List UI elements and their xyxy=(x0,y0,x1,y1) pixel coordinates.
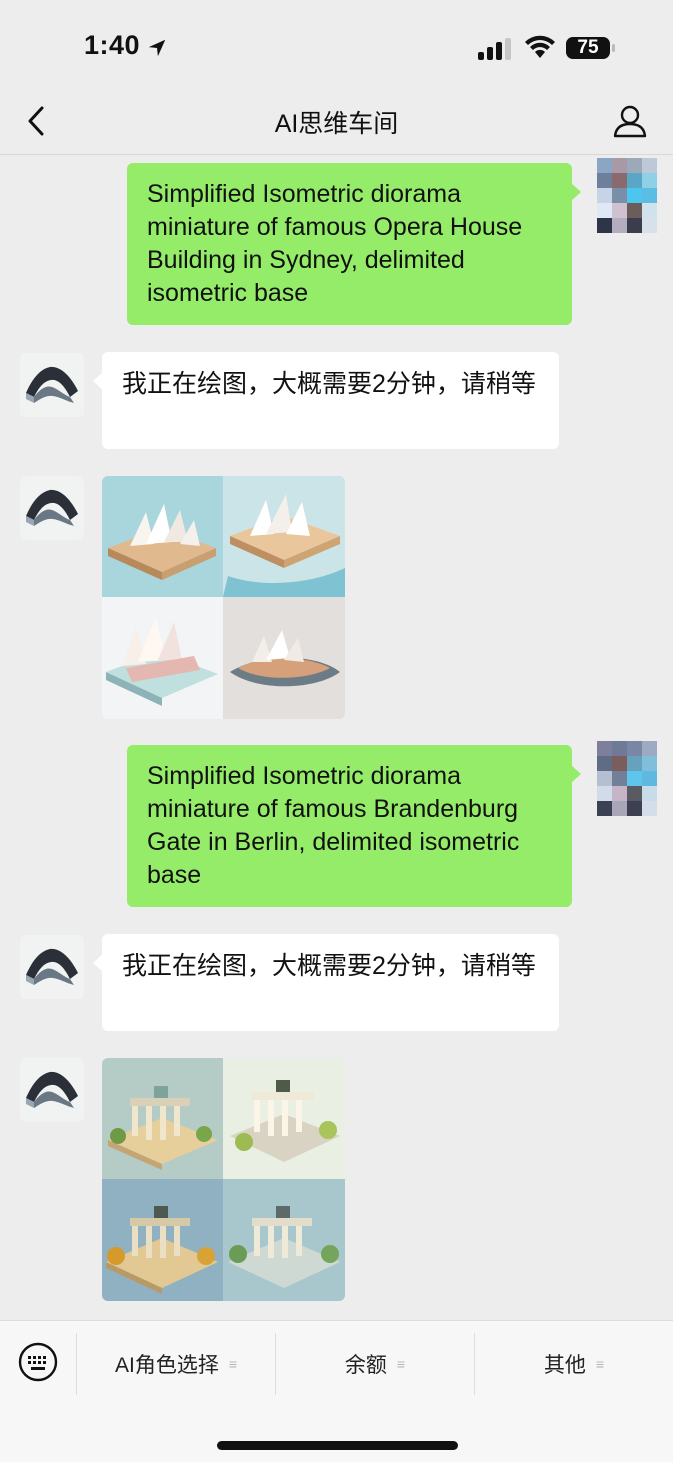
battery-level: 75 xyxy=(577,37,599,58)
message-text: 我正在绘图，大概需要2分钟，请稍等 xyxy=(122,370,536,398)
message-text: 我正在绘图，大概需要2分钟，请稍等 xyxy=(122,952,536,980)
cellular-signal-icon xyxy=(478,38,511,60)
bot-avatar[interactable] xyxy=(20,353,84,417)
my-message-bubble[interactable]: Simplified Isometric diorama miniature o… xyxy=(127,745,581,907)
bot-message-bubble[interactable]: 我正在绘图，大概需要2分钟，请稍等 xyxy=(93,934,559,1031)
nav-bar: AI思维车间 xyxy=(0,90,673,155)
bot-avatar[interactable] xyxy=(20,476,84,540)
home-indicator[interactable] xyxy=(217,1441,458,1450)
keyboard-icon[interactable] xyxy=(18,1342,58,1382)
menu-item-balance[interactable]: 余额 ≡ xyxy=(276,1321,474,1407)
bot-message-bubble[interactable]: 我正在绘图，大概需要2分钟，请稍等 xyxy=(93,352,559,449)
menu-lines-icon: ≡ xyxy=(595,1356,605,1372)
generated-image-opera-house[interactable] xyxy=(102,476,345,719)
user-avatar[interactable] xyxy=(586,158,658,233)
status-time: 1:40 xyxy=(84,30,141,60)
message-text: Simplified Isometric diorama miniature o… xyxy=(147,180,523,307)
user-avatar[interactable] xyxy=(586,741,658,816)
status-bar: 1:40 75 xyxy=(0,0,673,90)
my-message-bubble[interactable]: Simplified Isometric diorama miniature o… xyxy=(127,163,581,325)
menu-lines-icon: ≡ xyxy=(228,1356,237,1372)
menu-item-ai-role[interactable]: AI角色选择 ≡ xyxy=(77,1321,275,1407)
bot-avatar[interactable] xyxy=(20,1058,84,1122)
menu-item-label: 余额 xyxy=(344,1354,387,1377)
chat-title: AI思维车间 xyxy=(274,110,399,138)
bot-avatar[interactable] xyxy=(20,935,84,999)
location-arrow-icon xyxy=(148,39,166,57)
menu-item-label: 其他 xyxy=(543,1354,586,1377)
message-text: Simplified Isometric diorama miniature o… xyxy=(147,762,520,889)
menu-lines-icon: ≡ xyxy=(396,1356,406,1372)
generated-image-brandenburg-gate[interactable] xyxy=(102,1058,345,1301)
bottom-menu-bar: AI角色选择 ≡ 余额 ≡ 其他 ≡ xyxy=(0,1320,673,1462)
wifi-icon xyxy=(525,35,555,58)
person-icon[interactable] xyxy=(612,103,648,139)
menu-item-label: AI角色选择 xyxy=(114,1354,219,1377)
battery-icon: 75 xyxy=(566,35,616,66)
menu-item-other[interactable]: 其他 ≡ xyxy=(475,1321,673,1407)
